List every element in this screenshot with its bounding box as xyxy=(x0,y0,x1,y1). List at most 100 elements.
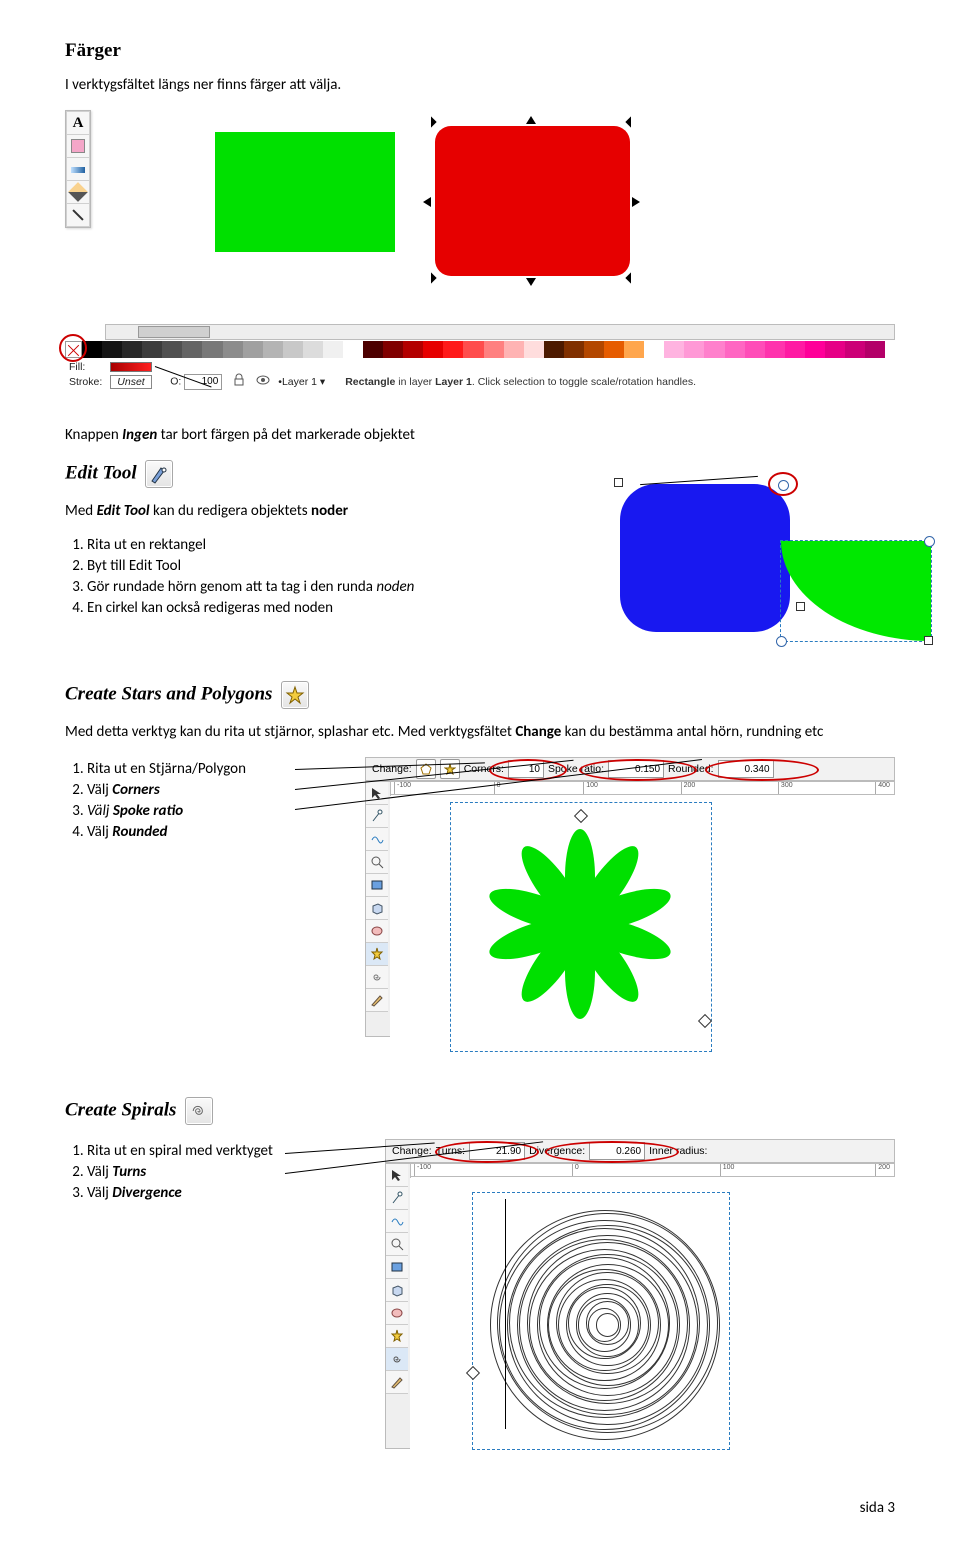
stroke-unset[interactable]: Unset xyxy=(110,375,151,389)
swatch[interactable] xyxy=(624,341,644,358)
canvas[interactable] xyxy=(105,112,885,322)
swatch[interactable] xyxy=(202,341,222,358)
swatch[interactable] xyxy=(403,341,423,358)
horizontal-scrollbar[interactable] xyxy=(105,324,895,340)
swatch[interactable] xyxy=(283,341,303,358)
handle-sw[interactable] xyxy=(425,272,436,283)
tool-rect[interactable] xyxy=(386,1256,408,1279)
scrollbar-thumb[interactable] xyxy=(138,326,210,338)
handle-e[interactable] xyxy=(632,197,640,207)
swatch[interactable] xyxy=(343,341,363,358)
handle-nw[interactable] xyxy=(425,116,436,127)
tool-star[interactable] xyxy=(386,1325,408,1348)
tool-gradient[interactable] xyxy=(66,158,90,181)
layer-label[interactable]: Layer 1 xyxy=(282,376,317,388)
swatch[interactable] xyxy=(845,341,865,358)
tool-3dbox[interactable] xyxy=(366,897,388,920)
spiral-shape[interactable] xyxy=(490,1208,720,1438)
swatch[interactable] xyxy=(142,341,162,358)
swatch[interactable] xyxy=(524,341,544,358)
swatch[interactable] xyxy=(765,341,785,358)
tool-selector[interactable] xyxy=(386,1164,408,1187)
swatch[interactable] xyxy=(122,341,142,358)
tool-spiral-active[interactable] xyxy=(386,1348,408,1371)
lock-icon[interactable] xyxy=(232,373,246,387)
green-arc[interactable] xyxy=(781,541,931,641)
blue-rounded-rect[interactable] xyxy=(620,484,790,632)
tool-pencil[interactable] xyxy=(66,181,90,204)
fill-swatch[interactable] xyxy=(110,362,152,372)
swatch[interactable] xyxy=(504,341,524,358)
eye-icon[interactable] xyxy=(256,373,270,387)
canvas-green-rect[interactable] xyxy=(215,132,395,252)
tool-star-active[interactable] xyxy=(366,943,388,966)
handle-w[interactable] xyxy=(423,197,431,207)
swatch[interactable] xyxy=(323,341,343,358)
swatch[interactable] xyxy=(162,341,182,358)
opacity-input[interactable] xyxy=(184,374,222,390)
swatch[interactable] xyxy=(263,341,283,358)
swatch[interactable] xyxy=(604,341,624,358)
canvas-stars[interactable] xyxy=(390,796,895,1037)
swatch[interactable] xyxy=(805,341,825,358)
stars-step-3: Välj Spoke ratio xyxy=(87,802,345,820)
swatch[interactable] xyxy=(725,341,745,358)
swatch[interactable] xyxy=(363,341,383,358)
handle-n[interactable] xyxy=(526,116,536,124)
tool-zoom[interactable] xyxy=(386,1233,408,1256)
swatch[interactable] xyxy=(865,341,885,358)
swatch[interactable] xyxy=(463,341,483,358)
canvas-red-rect-selected[interactable] xyxy=(435,126,630,276)
swatch[interactable] xyxy=(785,341,805,358)
swatch[interactable] xyxy=(102,341,122,358)
swatch[interactable] xyxy=(243,341,263,358)
swatch[interactable] xyxy=(383,341,403,358)
tool-ellipse[interactable] xyxy=(386,1302,408,1325)
swatch[interactable] xyxy=(223,341,243,358)
handle-s[interactable] xyxy=(526,278,536,286)
swatch[interactable] xyxy=(182,341,202,358)
handle-ne[interactable] xyxy=(625,116,636,127)
swatch[interactable] xyxy=(704,341,724,358)
tool-text[interactable]: A xyxy=(66,111,90,135)
tool-3dbox[interactable] xyxy=(386,1279,408,1302)
tool-zoom[interactable] xyxy=(366,851,388,874)
swatch[interactable] xyxy=(644,341,664,358)
stroke-label: Stroke: xyxy=(65,373,106,390)
swatch[interactable] xyxy=(684,341,704,358)
swatch[interactable] xyxy=(745,341,765,358)
swatch[interactable] xyxy=(443,341,463,358)
section-colors-heading: Färger xyxy=(65,40,895,62)
tool-selector[interactable] xyxy=(366,782,388,805)
canvas-spiral[interactable] xyxy=(410,1178,895,1449)
swatch[interactable] xyxy=(564,341,584,358)
tool-node[interactable] xyxy=(366,805,388,828)
fill-stroke-status: Fill: Stroke: Unset O: •Layer 1 ▾ Rectan… xyxy=(65,361,895,390)
arc-node-corner[interactable] xyxy=(924,636,933,645)
swatch[interactable] xyxy=(423,341,443,358)
tool-node[interactable] xyxy=(386,1187,408,1210)
tool-tweak[interactable] xyxy=(386,1210,408,1233)
swatch[interactable] xyxy=(544,341,564,358)
handle-se[interactable] xyxy=(625,272,636,283)
tool-rectangle[interactable] xyxy=(66,135,90,158)
node-square-tl[interactable] xyxy=(614,478,623,487)
tool-tweak[interactable] xyxy=(366,828,388,851)
swatch[interactable] xyxy=(484,341,504,358)
arc-node-left[interactable] xyxy=(776,636,787,647)
mode-star-button[interactable] xyxy=(440,759,460,779)
swatch[interactable] xyxy=(664,341,684,358)
tool-pencil2[interactable] xyxy=(366,989,388,1012)
tool-dropper[interactable] xyxy=(66,204,90,227)
tool-rect[interactable] xyxy=(366,874,388,897)
tool-ellipse[interactable] xyxy=(366,920,388,943)
tool-spiral[interactable] xyxy=(366,966,388,989)
star-flower-shape[interactable] xyxy=(470,814,690,1034)
arc-node-top[interactable] xyxy=(924,536,935,547)
annotation-circle-none xyxy=(59,334,87,362)
swatch[interactable] xyxy=(825,341,845,358)
swatch[interactable] xyxy=(584,341,604,358)
tool-pencil2[interactable] xyxy=(386,1371,408,1394)
swatch[interactable] xyxy=(303,341,323,358)
section-spirals-heading: Create Spirals xyxy=(65,1097,895,1125)
